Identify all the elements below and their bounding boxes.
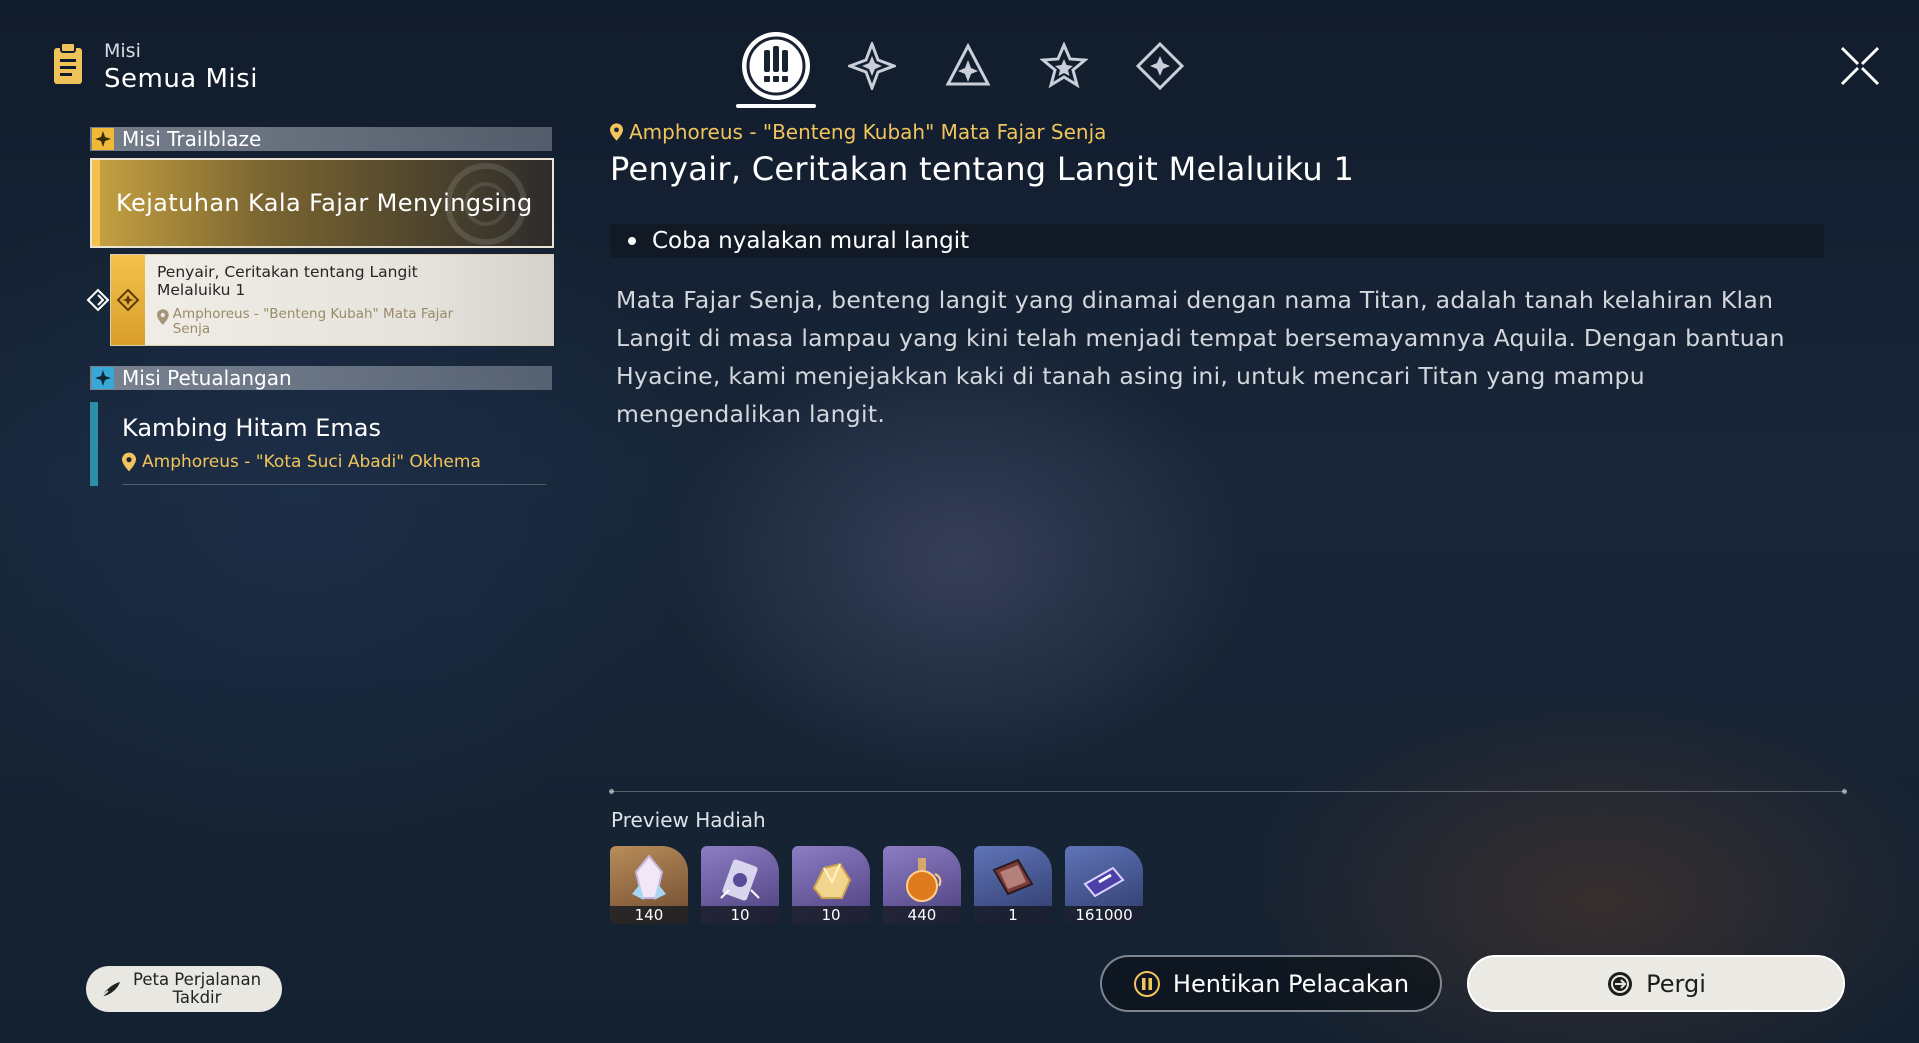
rewards-list: 140 10 10 440 1 161000 xyxy=(610,846,1210,924)
main-quest-accent xyxy=(92,160,100,246)
credit-icon xyxy=(1083,866,1125,898)
go-label: Pergi xyxy=(1646,969,1706,998)
detail-location: Amphoreus - "Benteng Kubah" Mata Fajar S… xyxy=(610,120,1106,144)
section-header-adventure: Misi Petualangan xyxy=(90,366,552,390)
triangle-star-icon xyxy=(945,42,991,86)
objective-row: Coba nyalakan mural langit xyxy=(610,224,1824,258)
mission-type-tabs xyxy=(720,26,1190,110)
close-button[interactable] xyxy=(1840,46,1880,86)
page-title: Semua Misi xyxy=(104,64,258,94)
adventure-quest-title: Kambing Hitam Emas xyxy=(122,414,381,442)
reward-item[interactable]: 1 xyxy=(974,846,1052,924)
go-button[interactable]: Pergi xyxy=(1467,955,1845,1012)
location-pin-icon xyxy=(122,452,136,472)
sub-quest-title: Penyair, Ceritakan tentang Langit Melalu… xyxy=(157,263,418,299)
adventure-quest-location-text: Amphoreus - "Kota Suci Abadi" Okhema xyxy=(142,452,481,472)
sub-quest-item[interactable]: Penyair, Ceritakan tentang Langit Melalu… xyxy=(110,254,554,346)
adventure-quest-item[interactable]: Kambing Hitam Emas Amphoreus - "Kota Suc… xyxy=(90,402,546,486)
reward-quantity: 10 xyxy=(792,906,870,924)
tab-daily[interactable] xyxy=(1024,26,1104,106)
tracking-pointer-icon xyxy=(86,288,110,312)
trailblaze-exclamation-icon xyxy=(742,32,810,100)
reward-quantity: 10 xyxy=(701,906,779,924)
tab-adventure[interactable] xyxy=(928,26,1008,106)
mission-clipboard-icon xyxy=(52,42,84,86)
divider-endpoint xyxy=(609,789,614,794)
pass-ticket-icon xyxy=(720,859,760,901)
reward-quantity: 140 xyxy=(610,906,688,924)
adventure-section-icon xyxy=(92,367,114,389)
divider xyxy=(122,484,546,485)
adventure-quest-location: Amphoreus - "Kota Suci Abadi" Okhema xyxy=(122,452,481,472)
rewards-label: Preview Hadiah xyxy=(611,808,766,832)
section-label-trailblaze: Misi Trailblaze xyxy=(122,127,262,151)
reward-item[interactable]: 440 xyxy=(883,846,961,924)
reward-item[interactable]: 140 xyxy=(610,846,688,924)
active-tab-indicator xyxy=(736,104,816,108)
tab-trailblaze[interactable] xyxy=(736,26,816,106)
fate-map-label: Peta Perjalanan Takdir xyxy=(132,970,262,1007)
potion-flask-icon xyxy=(906,858,942,902)
location-pin-icon xyxy=(610,123,623,141)
reward-item[interactable]: 161000 xyxy=(1065,846,1143,924)
diamond-star-icon xyxy=(1136,42,1184,90)
bullet-dot xyxy=(628,237,636,245)
fate-map-button[interactable]: Peta Perjalanan Takdir xyxy=(86,966,282,1012)
objective-text: Coba nyalakan mural langit xyxy=(652,228,970,254)
tracked-quest-icon xyxy=(117,289,139,311)
reward-quantity: 1 xyxy=(974,906,1052,924)
pause-icon xyxy=(1133,970,1160,997)
section-label-adventure: Misi Petualangan xyxy=(122,366,292,390)
detail-location-text: Amphoreus - "Benteng Kubah" Mata Fajar S… xyxy=(629,120,1107,144)
sub-quest-strip xyxy=(111,255,145,345)
quest-emblem-watermark-icon xyxy=(445,163,527,245)
quest-description: Mata Fajar Senja, benteng langit yang di… xyxy=(616,286,1785,428)
reward-item[interactable]: 10 xyxy=(701,846,779,924)
adventure-quest-accent xyxy=(90,402,98,486)
compass-star-icon xyxy=(848,42,896,90)
tab-companion[interactable] xyxy=(832,26,912,106)
trailblaze-section-icon xyxy=(92,128,114,150)
header-small-label: Misi xyxy=(104,40,141,62)
sub-quest-location-text: Amphoreus - "Benteng Kubah" Mata Fajar S… xyxy=(172,306,454,337)
location-pin-icon xyxy=(157,309,169,325)
sub-quest-location: Amphoreus - "Benteng Kubah" Mata Fajar S… xyxy=(157,307,487,337)
reward-item[interactable]: 10 xyxy=(792,846,870,924)
go-arrow-icon xyxy=(1608,971,1633,996)
gold-ore-icon xyxy=(812,862,852,899)
close-icon xyxy=(1840,46,1880,86)
divider-endpoint xyxy=(1842,789,1847,794)
section-header-trailblaze: Misi Trailblaze xyxy=(90,127,552,151)
reward-quantity: 440 xyxy=(883,906,961,924)
rewards-divider xyxy=(610,791,1846,792)
tab-event[interactable] xyxy=(1120,26,1200,106)
main-quest-item[interactable]: Kejatuhan Kala Fajar Menyingsing xyxy=(90,158,554,248)
crystal-icon xyxy=(632,854,666,900)
stop-tracking-button[interactable]: Hentikan Pelacakan xyxy=(1100,955,1442,1012)
quest-title: Penyair, Ceritakan tentang Langit Melalu… xyxy=(610,150,1355,188)
book-icon xyxy=(992,858,1034,896)
feather-icon xyxy=(100,982,120,998)
stop-tracking-label: Hentikan Pelacakan xyxy=(1172,969,1410,998)
reward-quantity: 161000 xyxy=(1065,906,1143,924)
star-icon xyxy=(1040,42,1088,89)
